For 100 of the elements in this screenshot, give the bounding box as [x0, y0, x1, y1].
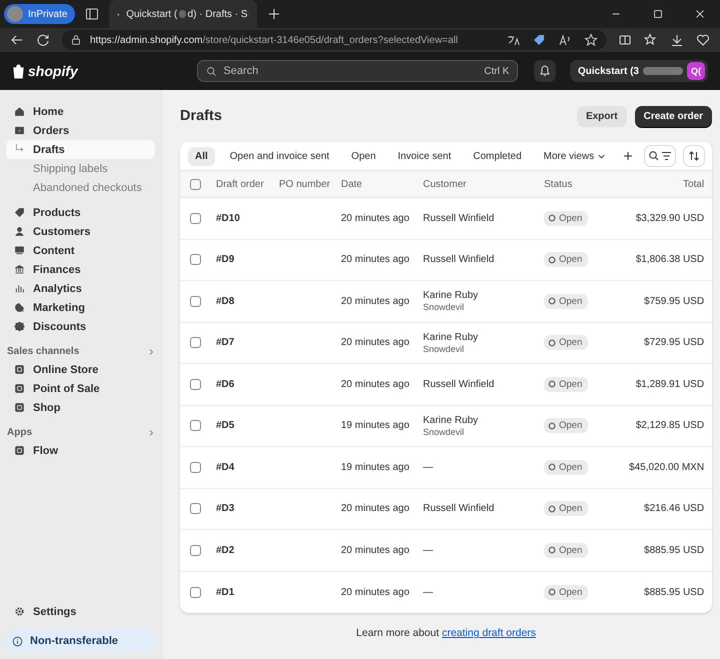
nav-item[interactable]: Orders	[6, 121, 155, 140]
row-checkbox[interactable]	[190, 212, 201, 224]
bell-icon[interactable]	[534, 60, 556, 82]
tag-icon[interactable]	[532, 33, 546, 47]
back-icon[interactable]	[10, 33, 24, 47]
order-link[interactable]: #D7	[216, 337, 279, 348]
nav-item[interactable]: Point of Sale	[6, 379, 155, 398]
chevron-right-icon	[147, 348, 155, 356]
lock-icon	[70, 34, 82, 46]
sort-button[interactable]	[684, 146, 704, 166]
row-checkbox[interactable]	[190, 254, 201, 266]
view-tab[interactable]: Open	[344, 146, 383, 166]
read-aloud-icon[interactable]	[558, 33, 572, 47]
address-bar[interactable]: https://admin.shopify.com/store/quickstart-3146e05d/draft_orders?selectedView=all	[62, 30, 606, 50]
customer-name: —	[423, 544, 434, 556]
maximize-icon[interactable]	[652, 8, 664, 20]
view-tab[interactable]: All	[188, 146, 215, 166]
total-cell-text: $216.46 USD	[643, 503, 704, 514]
secondary-button[interactable]: Export	[576, 106, 627, 126]
row-checkbox[interactable]	[190, 378, 201, 390]
sub-nav-item[interactable]: Shipping labels	[6, 159, 155, 178]
nav-item[interactable]: Discounts	[6, 317, 155, 336]
new-tab-icon[interactable]	[267, 7, 282, 21]
row-checkbox[interactable]	[190, 420, 201, 432]
person-icon	[14, 226, 25, 237]
section-header[interactable]: Apps	[6, 427, 155, 438]
nav-item[interactable]: Home	[6, 102, 155, 121]
search-field[interactable]: Search Ctrl K	[197, 60, 518, 82]
customer-name: Karine Ruby	[423, 332, 480, 343]
sub-nav-item[interactable]: Drafts	[6, 140, 155, 159]
shopify-logo[interactable]: shopify	[12, 63, 190, 79]
order-link[interactable]: #D4	[216, 462, 279, 473]
sub-nav-item[interactable]: Abandoned checkouts	[6, 178, 155, 197]
nav-item[interactable]: Marketing	[6, 298, 155, 317]
order-link[interactable]: #D5	[216, 420, 279, 432]
download-icon[interactable]	[670, 33, 684, 47]
order-link[interactable]: #D1	[216, 586, 279, 598]
customer-name: Russell Winfield	[423, 503, 496, 514]
search-filter-button[interactable]	[645, 146, 676, 166]
primary-button[interactable]: Create order	[634, 106, 712, 126]
search-filter-icon	[648, 150, 672, 162]
order-link[interactable]: #D8	[216, 296, 279, 307]
favorites-icon[interactable]	[644, 33, 658, 47]
row-checkbox[interactable]	[190, 462, 201, 473]
total-cell-text: $885.95 USD	[643, 586, 704, 598]
nav-item[interactable]: Customers	[6, 222, 155, 241]
nav-item[interactable]: Products	[6, 203, 155, 222]
order-link[interactable]: #D2	[216, 544, 279, 556]
plan-notice[interactable]: Non-transferable	[6, 629, 155, 653]
star-icon[interactable]	[584, 33, 598, 47]
total-cell-text: $1,806.38 USD	[634, 254, 704, 266]
settings-icon	[14, 606, 25, 617]
search-icon	[206, 66, 218, 76]
row-checkbox[interactable]	[190, 503, 201, 514]
nav-item[interactable]: Finances	[6, 260, 155, 279]
select-all-checkbox[interactable]	[190, 178, 201, 190]
nav-item[interactable]: Online Store	[6, 360, 155, 379]
status-badge: Open	[544, 501, 588, 516]
order-link[interactable]: #D10	[216, 212, 279, 224]
inbox-icon	[14, 125, 25, 136]
view-tab[interactable]: Completed	[466, 146, 528, 166]
row-checkbox[interactable]	[190, 544, 201, 556]
row-checkbox[interactable]	[190, 586, 201, 598]
section-header[interactable]: Sales channels	[6, 346, 155, 357]
view-tab[interactable]: More views	[536, 146, 614, 166]
sort-icon	[688, 150, 700, 162]
nav-item[interactable]: Content	[6, 241, 155, 260]
row-checkbox[interactable]	[190, 337, 201, 348]
refresh-icon[interactable]	[36, 33, 50, 47]
browser-tab[interactable]: Quickstart ( d) · Drafts · S	[109, 0, 258, 28]
order-link[interactable]: #D3	[216, 503, 279, 514]
profile-button[interactable]: InPrivate	[4, 4, 76, 24]
total-cell-text: $1,289.91 USD	[634, 378, 704, 390]
nav-item[interactable]: Flow	[6, 441, 155, 460]
customer-name: —	[423, 586, 434, 598]
customer-name: Karine Ruby	[423, 290, 480, 302]
total-cell-text: $2,129.85 USD	[634, 420, 704, 432]
nav-item[interactable]: Analytics	[6, 279, 155, 298]
order-link[interactable]: #D6	[216, 378, 279, 390]
add-view-icon[interactable]	[623, 151, 634, 161]
store-avatar: Q(	[686, 62, 705, 80]
column-header: Date	[341, 178, 364, 190]
bank-icon	[14, 264, 25, 275]
store-menu[interactable]: Quickstart (3 Q(	[570, 60, 708, 82]
split-screen-icon[interactable]	[618, 33, 632, 47]
help-link[interactable]: creating draft orders	[442, 627, 536, 639]
view-tab[interactable]: Open and invoice sent	[222, 146, 336, 166]
keyboard-shortcut: Ctrl K	[484, 66, 510, 76]
status-badge: Open	[544, 252, 588, 268]
row-checkbox[interactable]	[190, 296, 201, 307]
total-cell-text: $759.95 USD	[643, 296, 704, 307]
nav-item[interactable]: Settings	[6, 602, 155, 621]
translate-icon[interactable]	[506, 33, 520, 47]
tab-actions-icon[interactable]	[85, 7, 100, 21]
nav-item[interactable]: Shop	[6, 398, 155, 417]
column-header: Draft order	[216, 178, 265, 190]
heart-pulse-icon[interactable]	[696, 33, 710, 47]
view-tab[interactable]: Invoice sent	[390, 146, 458, 166]
chevron-right-icon	[147, 428, 155, 436]
order-link[interactable]: #D9	[216, 254, 279, 266]
